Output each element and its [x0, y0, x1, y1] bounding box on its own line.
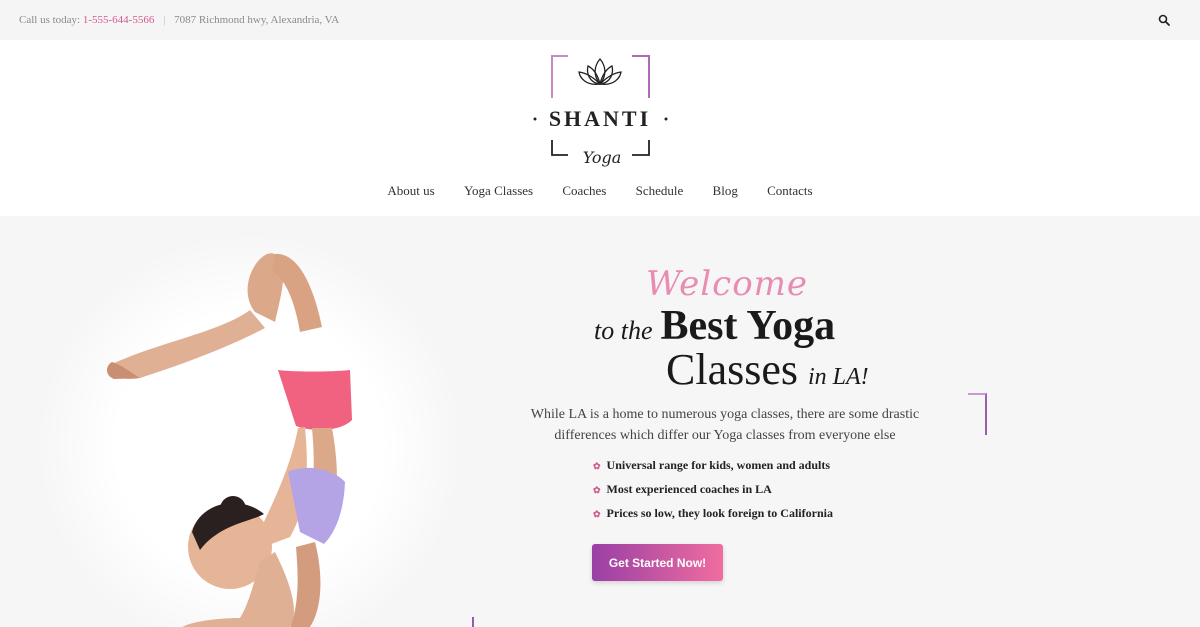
hero-description: While LA is a home to numerous yoga clas… — [530, 407, 920, 443]
search-icon[interactable] — [1158, 14, 1170, 26]
welcome-heading: Welcome — [646, 264, 809, 304]
contact-info: Call us today: 1-555-644-5566 | 7087 Ric… — [19, 14, 339, 26]
list-item: ✿ Prices so low, they look foreign to Cal… — [593, 506, 833, 520]
site-header: SHANTI Yoga About us Yoga Classes Coache… — [0, 40, 1200, 216]
nav-blog[interactable]: Blog — [713, 183, 738, 199]
list-item: ✿ Most experienced coaches in LA — [593, 482, 772, 496]
svg-text:Yoga: Yoga — [583, 148, 622, 167]
title-line2: Classes — [666, 345, 798, 394]
svg-text:SHANTI: SHANTI — [549, 106, 651, 131]
title-prefix: to the — [594, 316, 653, 345]
yoga-pose-illustration — [107, 253, 352, 627]
address: 7087 Richmond hwy, Alexandria, VA — [174, 14, 340, 26]
decorative-bracket — [472, 617, 474, 627]
logo-graphic: SHANTI Yoga — [533, 55, 668, 167]
title-main: Best Yoga — [660, 303, 836, 349]
nav-contacts[interactable]: Contacts — [767, 183, 813, 199]
get-started-button[interactable]: Get Started Now! — [592, 544, 723, 581]
nav-coaches[interactable]: Coaches — [562, 183, 606, 199]
list-item: ✿ Universal range for kids, women and adu… — [593, 458, 831, 472]
top-bar: Call us today: 1-555-644-5566 | 7087 Ric… — [0, 0, 1200, 40]
decorative-bracket — [968, 393, 987, 435]
nav-schedule[interactable]: Schedule — [636, 183, 684, 199]
lotus-icon — [578, 58, 622, 85]
hero-section: Welcome to the Best Yoga Classes in LA! … — [0, 216, 1200, 627]
call-label: Call us today: — [19, 14, 81, 26]
feature-list: ✿ Universal range for kids, women and adu… — [593, 458, 833, 530]
main-nav: About us Yoga Classes Coaches Schedule B… — [0, 183, 1200, 199]
hero-title-line2: Classes in LA! — [666, 344, 869, 395]
separator: | — [163, 14, 166, 26]
phone-link[interactable]: 1-555-644-5566 — [83, 14, 155, 26]
hero-title-line1: to the Best Yoga — [594, 302, 835, 350]
lotus-bullet-icon: ✿ — [593, 461, 601, 471]
lotus-bullet-icon: ✿ — [593, 485, 601, 495]
lotus-bullet-icon: ✿ — [593, 509, 601, 519]
title-suffix: in LA! — [808, 364, 869, 390]
nav-about-us[interactable]: About us — [387, 183, 434, 199]
nav-yoga-classes[interactable]: Yoga Classes — [464, 183, 533, 199]
site-logo[interactable]: SHANTI Yoga — [530, 54, 670, 172]
